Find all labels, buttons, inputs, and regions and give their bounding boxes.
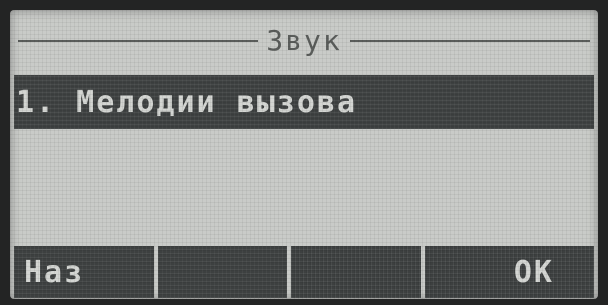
softkey-ok[interactable]: OK [424, 246, 595, 298]
phone-bezel: Звук 1. Мелодии вызова Наз OK [0, 0, 608, 305]
screen-header: Звук [18, 24, 590, 58]
softkey-3[interactable] [291, 246, 421, 298]
lcd-screen: Звук 1. Мелодии вызова Наз OK [10, 10, 598, 299]
softkey-back-label: Наз [24, 254, 85, 290]
softkey-ok-label: OK [513, 254, 554, 290]
header-rule-right [349, 40, 590, 42]
menu-item-ringtones[interactable]: 1. Мелодии вызова [14, 75, 594, 129]
screen-title: Звук [266, 24, 342, 57]
softkey-bar: Наз OK [14, 246, 594, 298]
menu-item-label: 1. Мелодии вызова [16, 84, 358, 120]
softkey-2[interactable] [157, 246, 287, 298]
header-rule-left [18, 40, 259, 42]
softkey-back[interactable]: Наз [14, 246, 154, 298]
